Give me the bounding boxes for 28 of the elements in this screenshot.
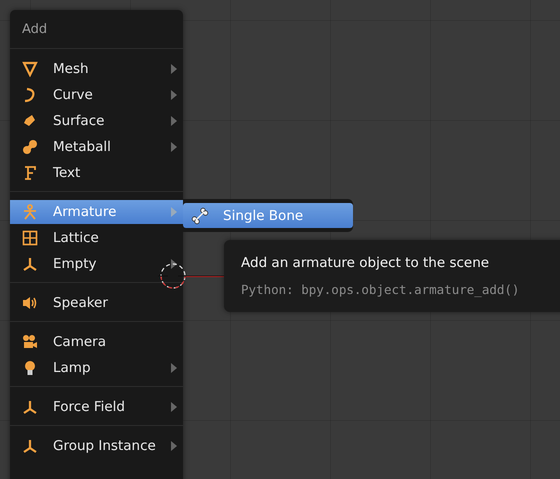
menu-item[interactable]: Surface	[10, 109, 183, 133]
axes-icon	[22, 438, 38, 454]
tooltip-description: Add an armature object to the scene	[241, 255, 490, 271]
bone-icon	[191, 206, 209, 224]
metaball-icon	[22, 139, 38, 155]
menu-item[interactable]: Empty	[10, 252, 183, 276]
menu-item[interactable]: Force Field	[10, 395, 183, 419]
menu-item[interactable]: Speaker	[10, 291, 183, 315]
lightbulb-icon	[22, 360, 38, 376]
menu-title: Add	[10, 10, 183, 49]
menu-item[interactable]: Lattice	[10, 226, 183, 250]
grid-icon	[22, 230, 38, 246]
axes-icon	[22, 399, 38, 415]
menu-item[interactable]: Camera	[10, 330, 183, 354]
speaker-icon	[22, 295, 38, 311]
menu-item[interactable]: Group Instance	[10, 434, 183, 458]
axes-icon	[22, 256, 38, 272]
menu-item[interactable]: Metaball	[10, 135, 183, 159]
tooltip-python: Python: bpy.ops.object.armature_add()	[241, 282, 520, 297]
triangle-icon	[22, 61, 38, 77]
stick-figure-icon	[22, 204, 38, 220]
surface-icon	[22, 113, 38, 129]
menu-item[interactable]: Mesh	[10, 57, 183, 81]
camera-icon	[22, 334, 38, 350]
menu-item[interactable]: Lamp	[10, 356, 183, 380]
menu-item[interactable]: Curve	[10, 83, 183, 107]
menu-item[interactable]: Text	[10, 161, 183, 185]
letter-f-icon	[22, 165, 38, 181]
